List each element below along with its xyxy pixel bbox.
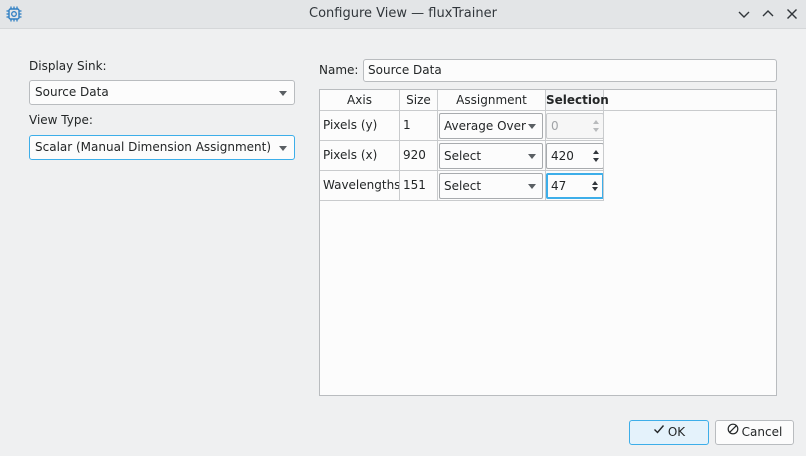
- table-row: Wavelengths 151 Select 47: [320, 171, 604, 201]
- table-row: Pixels (y) 1 Average Over 0: [320, 111, 604, 141]
- selection-value: 0: [551, 119, 559, 133]
- spin-down-icon[interactable]: [592, 187, 598, 191]
- column-header-assignment[interactable]: Assignment: [438, 90, 546, 110]
- selection-cell: 47: [546, 171, 604, 200]
- column-header-selection[interactable]: Selection: [546, 90, 609, 110]
- selection-spinbox[interactable]: 47: [546, 173, 603, 199]
- chevron-down-icon: [279, 146, 287, 151]
- chevron-down-icon: [279, 91, 287, 96]
- window-titlebar: Configure View — fluxTrainer: [0, 0, 806, 29]
- minimize-icon[interactable]: [735, 5, 753, 23]
- assignment-value: Select: [444, 149, 482, 163]
- column-header-size[interactable]: Size: [400, 90, 438, 110]
- size-cell[interactable]: 1: [400, 111, 438, 140]
- assignment-value: Average Over: [444, 119, 526, 133]
- spin-up-icon[interactable]: [592, 181, 598, 185]
- dimension-table: Axis Size Assignment Selection Pixels (y…: [319, 89, 777, 396]
- size-cell[interactable]: 151: [400, 171, 438, 200]
- assignment-select[interactable]: Average Over: [439, 113, 543, 139]
- cancel-icon: [727, 420, 739, 443]
- close-icon[interactable]: [783, 5, 801, 23]
- axis-cell[interactable]: Pixels (x): [320, 141, 400, 170]
- selection-spinbox[interactable]: 420: [546, 143, 603, 169]
- selection-value: 420: [551, 149, 574, 163]
- column-header-axis[interactable]: Axis: [320, 90, 400, 110]
- maximize-icon[interactable]: [759, 5, 777, 23]
- assignment-select[interactable]: Select: [439, 173, 543, 199]
- cancel-button[interactable]: Cancel: [715, 420, 794, 445]
- ok-button[interactable]: OK: [629, 420, 709, 445]
- display-sink-value: Source Data: [35, 85, 109, 99]
- name-label: Name:: [319, 63, 359, 77]
- display-sink-select[interactable]: Source Data: [29, 80, 295, 105]
- table-header: Axis Size Assignment Selection: [320, 90, 776, 111]
- chevron-down-icon: [528, 154, 536, 159]
- spin-down-icon: [593, 128, 599, 132]
- view-type-value: Scalar (Manual Dimension Assignment): [35, 140, 272, 154]
- ok-button-label: OK: [667, 425, 686, 439]
- assignment-cell: Average Over: [438, 111, 546, 140]
- spin-down-icon[interactable]: [593, 158, 599, 162]
- axis-cell[interactable]: Wavelengths: [320, 171, 400, 200]
- table-row: Pixels (x) 920 Select 420: [320, 141, 604, 171]
- checkmark-icon: [653, 420, 665, 443]
- spin-up-icon[interactable]: [593, 150, 599, 154]
- cancel-button-label: Cancel: [741, 425, 783, 439]
- display-sink-label: Display Sink:: [29, 59, 107, 73]
- selection-cell: 420: [546, 141, 604, 170]
- chevron-down-icon: [528, 184, 536, 189]
- name-input[interactable]: Source Data: [363, 59, 777, 82]
- selection-value: 47: [551, 179, 567, 193]
- assignment-cell: Select: [438, 171, 546, 200]
- axis-cell[interactable]: Pixels (y): [320, 111, 400, 140]
- view-type-label: View Type:: [29, 113, 93, 127]
- assignment-cell: Select: [438, 141, 546, 170]
- window-title: Configure View — fluxTrainer: [309, 6, 497, 21]
- chevron-down-icon: [528, 124, 536, 129]
- view-type-select[interactable]: Scalar (Manual Dimension Assignment): [29, 135, 295, 160]
- assignment-select[interactable]: Select: [439, 143, 543, 169]
- assignment-value: Select: [444, 179, 482, 193]
- selection-spinbox: 0: [546, 113, 603, 139]
- spin-up-icon: [593, 120, 599, 124]
- size-cell[interactable]: 920: [400, 141, 438, 170]
- selection-cell: 0: [546, 111, 604, 140]
